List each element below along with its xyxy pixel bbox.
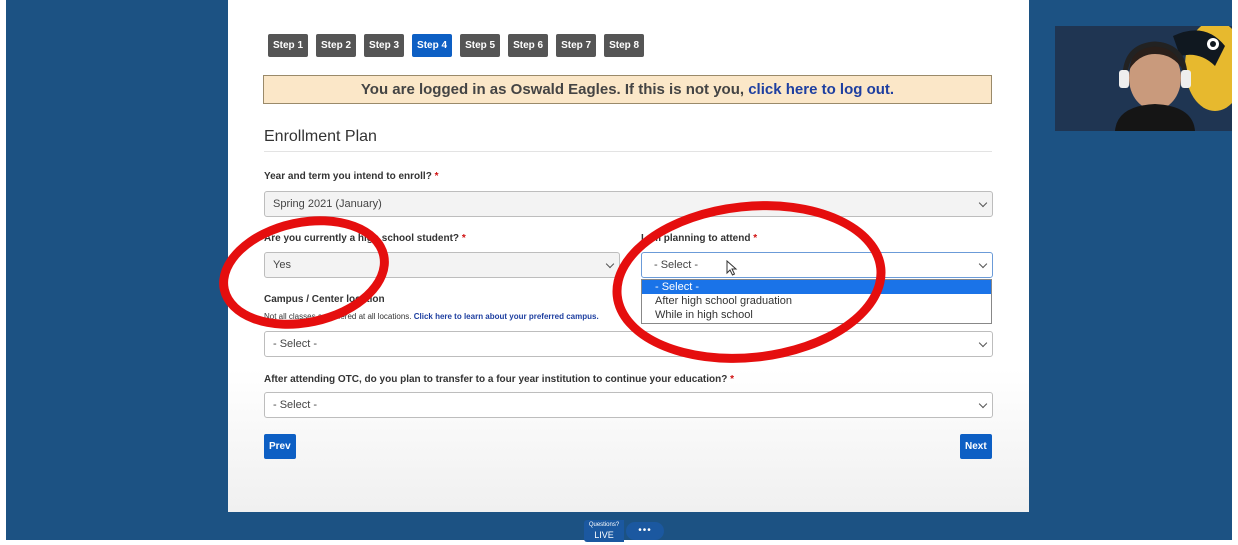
login-status-banner: You are logged in as Oswald Eagles. If t… — [263, 75, 992, 104]
section-divider — [264, 151, 992, 152]
term-select-value: Spring 2021 (January) — [273, 198, 382, 210]
chevron-down-icon — [605, 259, 615, 269]
webcam-video-overlay — [1055, 26, 1232, 131]
transfer-label: After attending OTC, do you plan to tran… — [264, 374, 735, 385]
step-7-button[interactable]: Step 7 — [556, 34, 597, 57]
step-1-button[interactable]: Step 1 — [268, 34, 309, 57]
step-6-button[interactable]: Step 6 — [508, 34, 549, 57]
term-select[interactable]: Spring 2021 (January) — [264, 191, 993, 217]
step-4-button[interactable]: Step 4 — [412, 34, 453, 57]
presenter-video-image — [1055, 26, 1232, 131]
step-navigation: Step 1 Step 2 Step 3 Step 4 Step 5 Step … — [268, 34, 645, 57]
term-label: Year and term you intend to enroll? * — [264, 171, 439, 182]
chevron-down-icon — [978, 198, 988, 208]
step-2-button[interactable]: Step 2 — [316, 34, 357, 57]
login-status-text: You are logged in as Oswald Eagles. If t… — [360, 81, 749, 98]
transfer-select[interactable]: - Select - — [264, 392, 993, 418]
screen-edge-left — [0, 0, 6, 545]
next-button[interactable]: Next — [960, 434, 992, 459]
transfer-select-value: - Select - — [273, 399, 318, 411]
live-chat-label[interactable]: Questions? LIVE — [584, 520, 624, 542]
campus-select-value: - Select - — [273, 338, 318, 350]
chevron-down-icon — [978, 259, 988, 269]
step-5-button[interactable]: Step 5 — [460, 34, 501, 57]
chevron-down-icon — [978, 399, 988, 409]
prev-button[interactable]: Prev — [264, 434, 296, 459]
chat-bubble-icon[interactable]: ••• — [626, 522, 664, 540]
logout-link[interactable]: click here to log out. — [748, 81, 894, 98]
step-8-button[interactable]: Step 8 — [604, 34, 645, 57]
step-3-button[interactable]: Step 3 — [364, 34, 405, 57]
campus-select[interactable]: - Select - — [264, 331, 993, 357]
live-chat-widget[interactable]: Questions? LIVE ••• — [584, 520, 676, 542]
campus-info-link[interactable]: Click here to learn about your preferred… — [414, 312, 599, 321]
screen-edge-right — [1232, 0, 1238, 545]
section-title: Enrollment Plan — [264, 128, 377, 145]
chevron-down-icon — [978, 338, 988, 348]
